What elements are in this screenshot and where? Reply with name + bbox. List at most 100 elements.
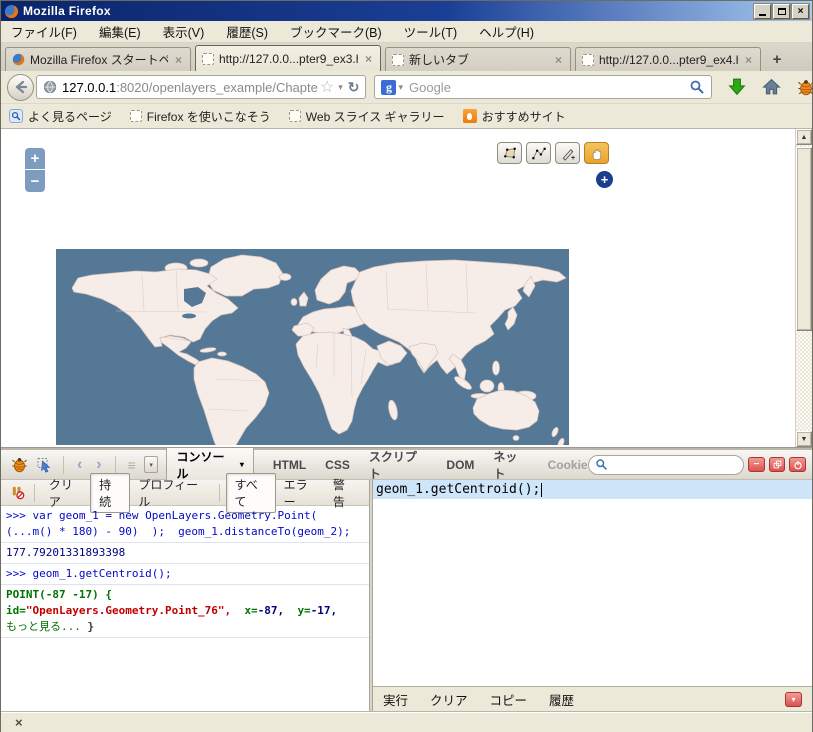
menu-edit[interactable]: 編集(E) bbox=[99, 22, 141, 41]
firebug-minimize-button[interactable]: − bbox=[748, 457, 765, 472]
console-object-result[interactable]: POINT(-87 -17) {id="OpenLayers.Geometry.… bbox=[1, 585, 369, 638]
options-menu-icon[interactable]: ≡ bbox=[122, 457, 142, 473]
firebug-search-input[interactable] bbox=[612, 459, 722, 471]
layer-switcher-button[interactable]: + bbox=[596, 171, 613, 188]
firebug-tab-script[interactable]: スクリプト bbox=[369, 448, 428, 482]
zoom-in-button[interactable]: + bbox=[25, 148, 45, 170]
url-bar[interactable]: 127.0.0.1 :8020/openlayers_example/Chapt… bbox=[36, 75, 366, 99]
command-editor[interactable]: geom_1.getCentroid(); bbox=[373, 480, 812, 686]
tab-close-icon[interactable]: × bbox=[743, 53, 754, 67]
bookmark-suggested-sites[interactable]: おすすめサイト bbox=[463, 108, 566, 125]
search-bar[interactable]: g ▾ Google bbox=[374, 75, 712, 99]
map-edit-toolbar: + bbox=[497, 142, 609, 164]
firebug-menu-icon[interactable] bbox=[7, 457, 32, 473]
copy-button[interactable]: コピー bbox=[490, 690, 528, 709]
tab-close-icon[interactable]: × bbox=[173, 53, 184, 67]
break-on-errors-icon[interactable] bbox=[7, 485, 28, 500]
page-placeholder-icon bbox=[202, 53, 214, 65]
scroll-up-icon[interactable]: ▲ bbox=[796, 129, 812, 145]
new-tab-button[interactable]: + bbox=[765, 48, 789, 70]
firefox-logo-icon bbox=[4, 4, 19, 19]
zoom-out-button[interactable]: − bbox=[25, 170, 45, 192]
draw-line-tool[interactable] bbox=[526, 142, 551, 164]
bookmark-label: おすすめサイト bbox=[482, 108, 566, 125]
bookmark-label: よく見るページ bbox=[28, 108, 112, 125]
bookmark-web-slice[interactable]: Web スライス ギャラリー bbox=[289, 108, 445, 125]
scrollbar-thumb[interactable] bbox=[796, 147, 812, 331]
bookmark-star-icon[interactable]: ☆ bbox=[320, 77, 334, 97]
download-button[interactable] bbox=[728, 78, 746, 96]
panel-dropdown-button[interactable]: ▾ bbox=[144, 456, 159, 473]
command-editor-active-line[interactable]: geom_1.getCentroid(); bbox=[373, 480, 812, 499]
title-bar[interactable]: Mozilla Firefox × bbox=[1, 1, 812, 21]
menu-file[interactable]: ファイル(F) bbox=[11, 22, 77, 41]
menu-help[interactable]: ヘルプ(H) bbox=[479, 22, 534, 41]
firebug-tab-html[interactable]: HTML bbox=[273, 458, 306, 472]
clear-button[interactable]: クリア bbox=[430, 690, 468, 709]
magnifier-folder-icon bbox=[9, 109, 23, 123]
site-globe-icon bbox=[43, 80, 57, 94]
console-input-row: >>> var geom_1 = new OpenLayers.Geometry… bbox=[1, 506, 369, 543]
engine-dropdown-icon[interactable]: ▾ bbox=[398, 82, 403, 93]
menu-bookmarks[interactable]: ブックマーク(B) bbox=[290, 22, 382, 41]
show-more-link[interactable]: もっと見る... bbox=[6, 620, 81, 633]
menu-history[interactable]: 履歴(S) bbox=[226, 22, 268, 41]
firebug-tab-dom[interactable]: DOM bbox=[446, 458, 474, 472]
point-object-link[interactable]: POINT(-87 -17) { bbox=[6, 588, 112, 601]
lightbulb-icon bbox=[463, 109, 477, 123]
draw-polygon-tool[interactable] bbox=[497, 142, 522, 164]
menu-tools[interactable]: ツール(T) bbox=[404, 22, 457, 41]
bookmark-most-visited[interactable]: よく見るページ bbox=[9, 108, 112, 125]
world-map[interactable] bbox=[56, 249, 569, 445]
inspect-element-icon[interactable] bbox=[32, 457, 57, 473]
firebug-detach-button[interactable] bbox=[769, 457, 786, 472]
bookmark-label: Web スライス ギャラリー bbox=[306, 108, 445, 125]
console-prev-icon[interactable]: ‹ bbox=[70, 456, 89, 474]
firebug-search-box[interactable] bbox=[588, 455, 744, 475]
console-result-number: 177.79201331893398 bbox=[1, 543, 369, 564]
draw-point-tool[interactable]: + bbox=[555, 142, 580, 164]
maximize-button[interactable] bbox=[773, 4, 790, 19]
console-log-area: >>> var geom_1 = new OpenLayers.Geometry… bbox=[1, 506, 369, 711]
firebug-close-button[interactable] bbox=[789, 457, 806, 472]
addon-bar-close-icon[interactable]: × bbox=[15, 715, 23, 730]
scroll-down-icon[interactable]: ▼ bbox=[796, 431, 812, 447]
firebug-tab-css[interactable]: CSS bbox=[325, 458, 350, 472]
tab-close-icon[interactable]: × bbox=[363, 52, 374, 66]
collapse-editor-button[interactable]: ▾ bbox=[785, 692, 802, 707]
home-button[interactable] bbox=[762, 78, 781, 96]
firefox-window: Mozilla Firefox × ファイル(F) 編集(E) 表示(V) 履歴… bbox=[0, 0, 813, 732]
console-next-icon[interactable]: › bbox=[89, 456, 108, 474]
command-editor-panel: geom_1.getCentroid(); 実行 クリア コピー 履歴 ▾ bbox=[373, 480, 812, 711]
search-magnifier-icon[interactable] bbox=[689, 79, 705, 95]
reload-icon[interactable]: ↻ bbox=[348, 79, 360, 96]
tab-close-icon[interactable]: × bbox=[553, 53, 564, 67]
url-dropdown-icon[interactable]: ▾ bbox=[338, 82, 343, 93]
tab-ex3-active[interactable]: http://127.0.0...pter9_ex3.html × bbox=[195, 45, 381, 71]
tab-new-tab[interactable]: 新しいタブ × bbox=[385, 47, 571, 71]
back-button[interactable] bbox=[7, 74, 34, 101]
history-button[interactable]: 履歴 bbox=[549, 690, 574, 709]
firefox-favicon-icon bbox=[12, 53, 25, 66]
close-button[interactable]: × bbox=[792, 4, 809, 19]
firebug-tab-cookie[interactable]: Cookie bbox=[548, 458, 588, 472]
firebug-button[interactable] bbox=[797, 79, 813, 96]
tab-bar: Mozilla Firefox スタートページ × http://127.0.0… bbox=[1, 43, 812, 71]
command-button-bar: 実行 クリア コピー 履歴 ▾ bbox=[373, 686, 812, 711]
google-engine-icon: g bbox=[381, 80, 396, 95]
minimize-button[interactable] bbox=[754, 4, 771, 19]
menu-view[interactable]: 表示(V) bbox=[163, 22, 205, 41]
firebug-tab-net[interactable]: ネット bbox=[493, 448, 528, 482]
bookmark-label: Firefox を使いこなそう bbox=[147, 108, 271, 125]
tab-ex4[interactable]: http://127.0.0...pter9_ex4.html × bbox=[575, 47, 761, 71]
console-input-row: >>> geom_1.getCentroid(); bbox=[1, 564, 369, 585]
menu-bar: ファイル(F) 編集(E) 表示(V) 履歴(S) ブックマーク(B) ツール(… bbox=[1, 21, 812, 43]
pan-hand-tool[interactable] bbox=[584, 142, 609, 164]
page-scrollbar[interactable]: ▲ ▼ bbox=[795, 129, 812, 447]
window-title: Mozilla Firefox bbox=[23, 4, 111, 18]
bookmark-getting-started[interactable]: Firefox を使いこなそう bbox=[130, 108, 271, 125]
run-button[interactable]: 実行 bbox=[383, 690, 408, 709]
page-content: + − + + ▲ ▼ bbox=[1, 129, 812, 448]
page-placeholder-icon bbox=[392, 54, 404, 66]
tab-start-page[interactable]: Mozilla Firefox スタートページ × bbox=[5, 47, 191, 71]
